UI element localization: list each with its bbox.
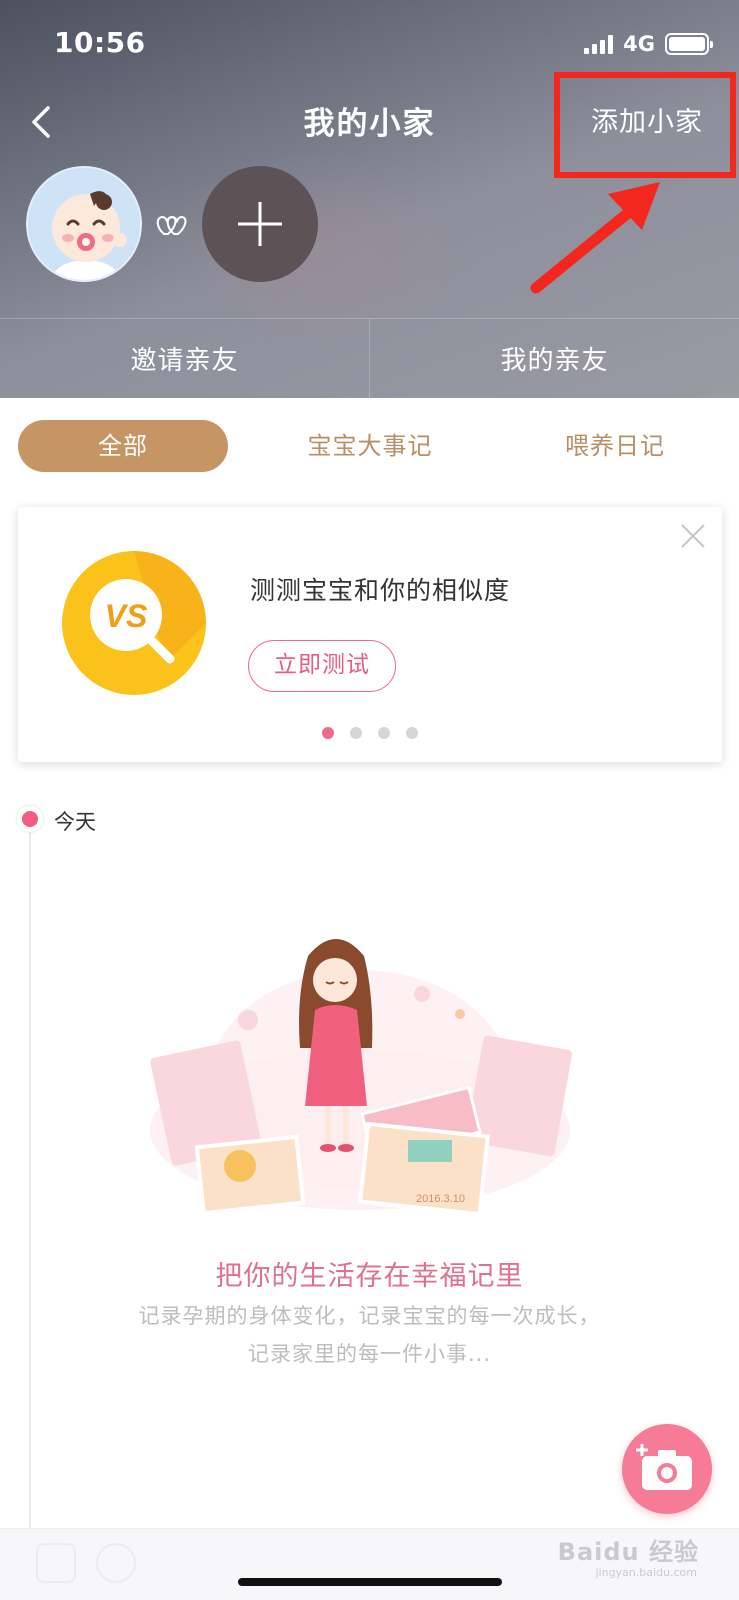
carousel-dot[interactable] — [350, 727, 362, 739]
empty-state-illustration: 2016.3.10 — [150, 939, 573, 1217]
baidu-watermark-url: jingyan.baidu.com — [595, 1566, 697, 1579]
status-time: 10:56 — [54, 26, 146, 59]
battery-icon — [665, 33, 713, 55]
timeline-dot — [17, 806, 43, 832]
red-arrow-annotation — [530, 182, 660, 294]
status-indicators: 4G — [584, 32, 713, 56]
camera-button[interactable] — [622, 1424, 712, 1514]
camera-icon — [636, 1444, 692, 1490]
test-now-button[interactable]: 立即测试 — [248, 640, 396, 692]
promo-title: 测测宝宝和你的相似度 — [250, 576, 511, 605]
promo-card[interactable]: VS 测测宝宝和你的相似度 立即测试 — [18, 507, 722, 762]
my-friends-tab[interactable]: 我的亲友 — [369, 319, 739, 398]
filter-tab-all[interactable]: 全部 — [18, 420, 228, 472]
vs-text: VS — [105, 598, 148, 634]
baby-avatar[interactable] — [26, 166, 142, 282]
photo-date-caption: 2016.3.10 — [416, 1193, 465, 1205]
timeline-line — [29, 818, 31, 1530]
empty-state-description: 记录孕期的身体变化，记录宝宝的每一次成长， — [138, 1304, 601, 1328]
empty-state-title: 把你的生活存在幸福记里 — [215, 1261, 524, 1292]
home-indicator — [238, 1578, 502, 1586]
invite-friends-tab[interactable]: 邀请亲友 — [0, 319, 369, 398]
tab-icon[interactable] — [36, 1543, 76, 1583]
carousel-dot[interactable] — [406, 727, 418, 739]
close-icon[interactable] — [680, 523, 706, 549]
header-tabs: 邀请亲友 我的亲友 — [0, 318, 739, 398]
baby-face-icon — [28, 168, 140, 280]
carousel-dots — [18, 727, 722, 739]
filter-tab-feeding-diary[interactable]: 喂养日记 — [530, 420, 700, 472]
highlight-box — [554, 72, 736, 178]
timeline-today-label: 今天 — [54, 810, 96, 834]
network-type: 4G — [623, 32, 655, 56]
hearts-link-icon — [156, 215, 187, 235]
baidu-watermark: Baidu 经验 — [557, 1538, 699, 1566]
filter-tab-milestones[interactable]: 宝宝大事记 — [280, 420, 460, 472]
empty-state-description: 记录家里的每一件小事... — [247, 1342, 492, 1366]
plus-icon — [238, 202, 282, 246]
vs-magnifier-icon: VS — [62, 551, 206, 695]
signal-icon — [584, 34, 614, 54]
carousel-dot[interactable] — [322, 727, 334, 739]
add-baby-button[interactable] — [202, 166, 318, 282]
carousel-dot[interactable] — [378, 727, 390, 739]
tab-icon[interactable] — [96, 1543, 136, 1583]
filter-tabs: 全部 宝宝大事记 喂养日记 — [0, 420, 739, 476]
